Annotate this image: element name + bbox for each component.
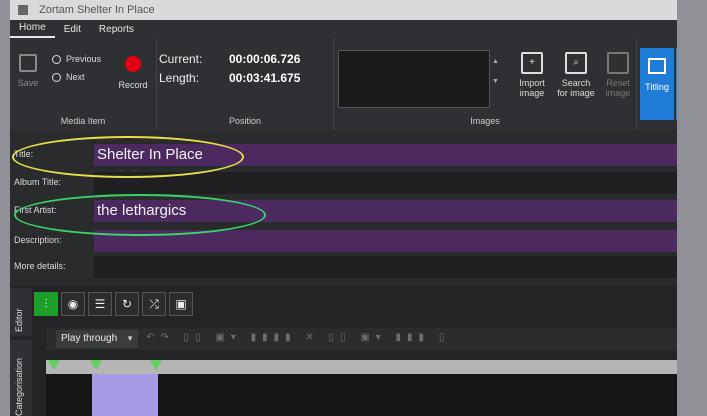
title-field[interactable]: Shelter In Place — [94, 144, 678, 166]
description-field[interactable] — [94, 230, 678, 252]
playback-toolbar: Play through ▼ ↶↷ ▯▯ ▣▾ ▮▮▮▮ ✕ ▯▯ ▣▾ ▮▮▮… — [46, 328, 686, 350]
album-row: Album Title: — [10, 170, 686, 195]
chevron-down-icon: ▼ — [126, 334, 134, 343]
artist-row: First Artist: the lethargics — [10, 198, 686, 223]
waveform-icon[interactable]: ⫶ — [34, 292, 58, 316]
current-label: Current: — [159, 52, 203, 66]
selection-end-marker-icon[interactable] — [150, 360, 162, 370]
position-group-title: Position — [228, 116, 262, 126]
titling-label: Titling — [645, 82, 669, 92]
refresh-icon[interactable]: ↻ — [115, 292, 139, 316]
description-label: Description: — [14, 235, 62, 245]
description-row: Description: — [10, 228, 686, 253]
import-image-button[interactable]: + Import image — [512, 52, 552, 98]
images-group-title: Images — [470, 116, 500, 126]
search-image-button[interactable]: ⌕ Search for image — [556, 52, 596, 98]
timeline-ruler — [46, 360, 686, 374]
app-window: Zortam Shelter In Place Home Edit Report… — [10, 0, 686, 416]
torn-edge — [677, 0, 707, 416]
menu-home[interactable]: Home — [10, 22, 55, 38]
start-marker-icon[interactable] — [48, 360, 60, 370]
editor-toolbar: ⫶ ◉ ☰ ↻ ⤮ ▣ — [34, 292, 193, 316]
record-label: Record — [118, 80, 148, 90]
search-image-icon: ⌕ — [565, 52, 587, 74]
current-value: 00:00:06.726 — [229, 52, 301, 66]
length-value: 00:03:41.675 — [229, 71, 301, 85]
tab-editor-label: Editor — [14, 308, 24, 332]
tab-editor[interactable]: Editor — [10, 288, 32, 336]
menu-edit[interactable]: Edit — [55, 24, 90, 38]
tab-categorisation-label: Categorisation — [14, 357, 24, 416]
title-row: Title: Shelter In Place — [10, 142, 686, 167]
image-icon[interactable]: ▣ — [169, 292, 193, 316]
previous-label: Previous — [66, 54, 102, 64]
titling-button[interactable]: Titling — [640, 48, 674, 120]
save-button[interactable]: Save — [16, 54, 40, 88]
ribbon: Save Previous Next Record Media Item Cur… — [10, 38, 686, 130]
record-icon — [125, 56, 141, 72]
length-label: Length: — [159, 71, 200, 85]
title-label: Title: — [14, 149, 34, 159]
artist-field[interactable]: the lethargics — [94, 200, 678, 222]
position-group: Current: 00:00:06.726 Length: 00:03:41.6… — [157, 38, 334, 130]
previous-icon — [52, 55, 61, 65]
images-group: ▲ ▼ + Import image ⌕ Search for image Res… — [334, 38, 637, 130]
selection-region[interactable] — [92, 374, 158, 416]
import-image-icon: + — [521, 52, 543, 74]
image-preview — [338, 50, 490, 108]
artist-label: First Artist: — [14, 205, 57, 215]
import-image-label: Import image — [519, 78, 545, 98]
next-icon — [52, 73, 61, 83]
titling-icon — [648, 58, 666, 74]
reset-image-icon — [607, 52, 629, 74]
more-details-row: More details: — [10, 254, 686, 279]
app-icon — [18, 5, 28, 16]
record-button[interactable]: Record — [116, 56, 150, 90]
image-scroll-arrows[interactable]: ▲ ▼ — [492, 52, 499, 92]
save-icon — [19, 54, 37, 72]
previous-button[interactable]: Previous — [52, 54, 102, 65]
save-label: Save — [17, 78, 39, 88]
title-bar: Zortam Shelter In Place — [10, 0, 686, 20]
media-item-group: Save Previous Next Record Media Item — [10, 38, 157, 130]
search-image-label: Search for image — [557, 78, 595, 98]
tab-categorisation[interactable]: Categorisation — [10, 340, 32, 416]
play-mode-select[interactable]: Play through ▼ — [56, 330, 138, 348]
broadcast-icon[interactable]: ◉ — [61, 292, 85, 316]
reset-image-label: Reset image — [605, 78, 631, 98]
next-button[interactable]: Next — [52, 72, 85, 83]
shuffle-icon[interactable]: ⤮ — [142, 292, 166, 316]
play-mode-value: Play through — [61, 333, 118, 344]
window-title: Zortam Shelter In Place — [39, 4, 155, 16]
disabled-edit-icons: ↶↷ ▯▯ ▣▾ ▮▮▮▮ ✕ ▯▯ ▣▾ ▮▮▮ ▯ — [146, 332, 451, 343]
editor-panel: Editor Categorisation ⫶ ◉ ☰ ↻ ⤮ ▣ Play t… — [10, 286, 686, 416]
list-icon[interactable]: ☰ — [88, 292, 112, 316]
media-item-group-title: Media Item — [60, 116, 106, 126]
more-details-field[interactable] — [94, 256, 678, 278]
menu-reports[interactable]: Reports — [90, 24, 143, 38]
menu-bar: Home Edit Reports — [10, 20, 686, 38]
more-details-label: More details: — [14, 261, 66, 271]
album-field[interactable] — [94, 172, 678, 194]
reset-image-button[interactable]: Reset image — [598, 52, 638, 98]
selection-start-marker-icon[interactable] — [90, 360, 102, 370]
album-label: Album Title: — [14, 177, 62, 187]
metadata-fields: Title: Shelter In Place Album Title: Fir… — [10, 132, 686, 282]
timeline[interactable] — [46, 360, 686, 416]
next-label: Next — [66, 72, 85, 82]
